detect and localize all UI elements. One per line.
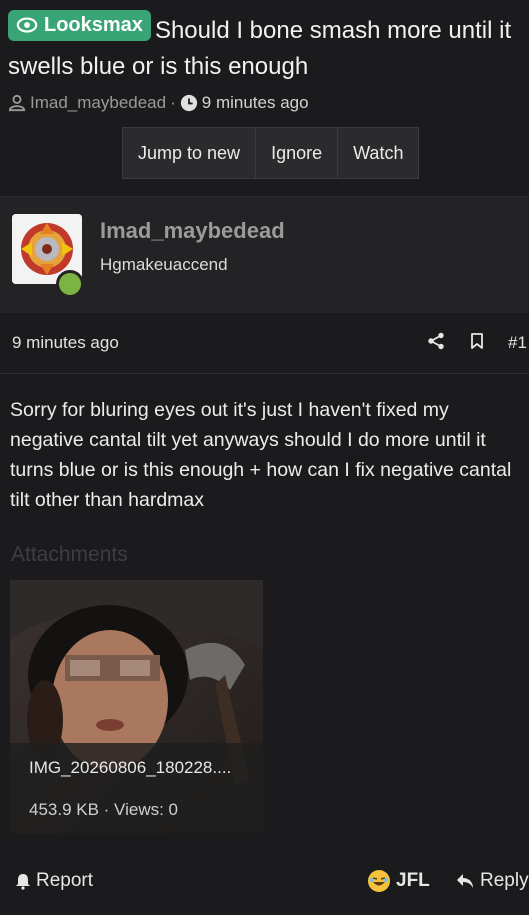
- report-link[interactable]: Report: [14, 870, 93, 892]
- attachment-filename[interactable]: IMG_20260806_180228....: [29, 758, 231, 778]
- bookmark-icon[interactable]: [468, 332, 486, 350]
- post-username[interactable]: Imad_maybedead: [100, 218, 285, 244]
- attachment-meta: 453.9 KB · Views: 0: [29, 800, 178, 819]
- thread-prefix-label: Looksmax: [44, 14, 143, 36]
- reply-button[interactable]: Reply: [455, 870, 529, 892]
- reaction-button[interactable]: JFL: [368, 870, 430, 892]
- thread-author-link[interactable]: Imad_maybedead: [30, 93, 166, 113]
- post-footer: Report JFL Reply: [0, 866, 529, 898]
- jump-to-new-button[interactable]: Jump to new: [122, 127, 257, 179]
- meta-separator: ·: [170, 93, 176, 112]
- user-icon: [8, 94, 26, 112]
- attachments-heading: Attachments: [11, 543, 128, 566]
- reaction-label: JFL: [396, 870, 430, 891]
- bell-icon: [16, 874, 30, 890]
- online-status-indicator: [56, 270, 84, 298]
- post-body: Sorry for bluring eyes out it's just I h…: [10, 399, 512, 511]
- reply-label: Reply: [480, 870, 529, 891]
- clock-icon: [180, 94, 197, 112]
- thread-prefix-badge[interactable]: Looksmax: [8, 10, 151, 41]
- ignore-button[interactable]: Ignore: [256, 127, 339, 179]
- thread-title-line: Looksmax Should I bone smash more until …: [8, 10, 521, 85]
- share-icon[interactable]: [427, 332, 445, 350]
- reply-arrow-icon: [457, 874, 473, 888]
- laughing-emoji-icon: [368, 870, 390, 892]
- thread-action-group: Jump to new Ignore Watch: [122, 127, 521, 179]
- attachment-info: IMG_20260806_180228.... 453.9 KB · Views…: [10, 743, 263, 833]
- post-attribution-bar: 9 minutes ago #1: [0, 313, 529, 374]
- eye-icon: [16, 17, 38, 33]
- thread-time[interactable]: 9 minutes ago: [202, 93, 309, 113]
- thread-meta: Imad_maybedead · 9 minutes ago: [8, 93, 521, 113]
- report-label: Report: [36, 870, 94, 891]
- watch-button[interactable]: Watch: [338, 127, 420, 179]
- post-date[interactable]: 9 minutes ago: [12, 333, 119, 353]
- thread-header: Looksmax Should I bone smash more until …: [0, 0, 529, 179]
- post-user-title: Hgmakeuaccend: [100, 255, 228, 274]
- attachment-thumbnail[interactable]: IMG_20260806_180228.... 453.9 KB · Views…: [10, 580, 263, 833]
- post-number[interactable]: #1: [508, 333, 527, 353]
- post-user-block: Imad_maybedead Hgmakeuaccend: [0, 197, 529, 313]
